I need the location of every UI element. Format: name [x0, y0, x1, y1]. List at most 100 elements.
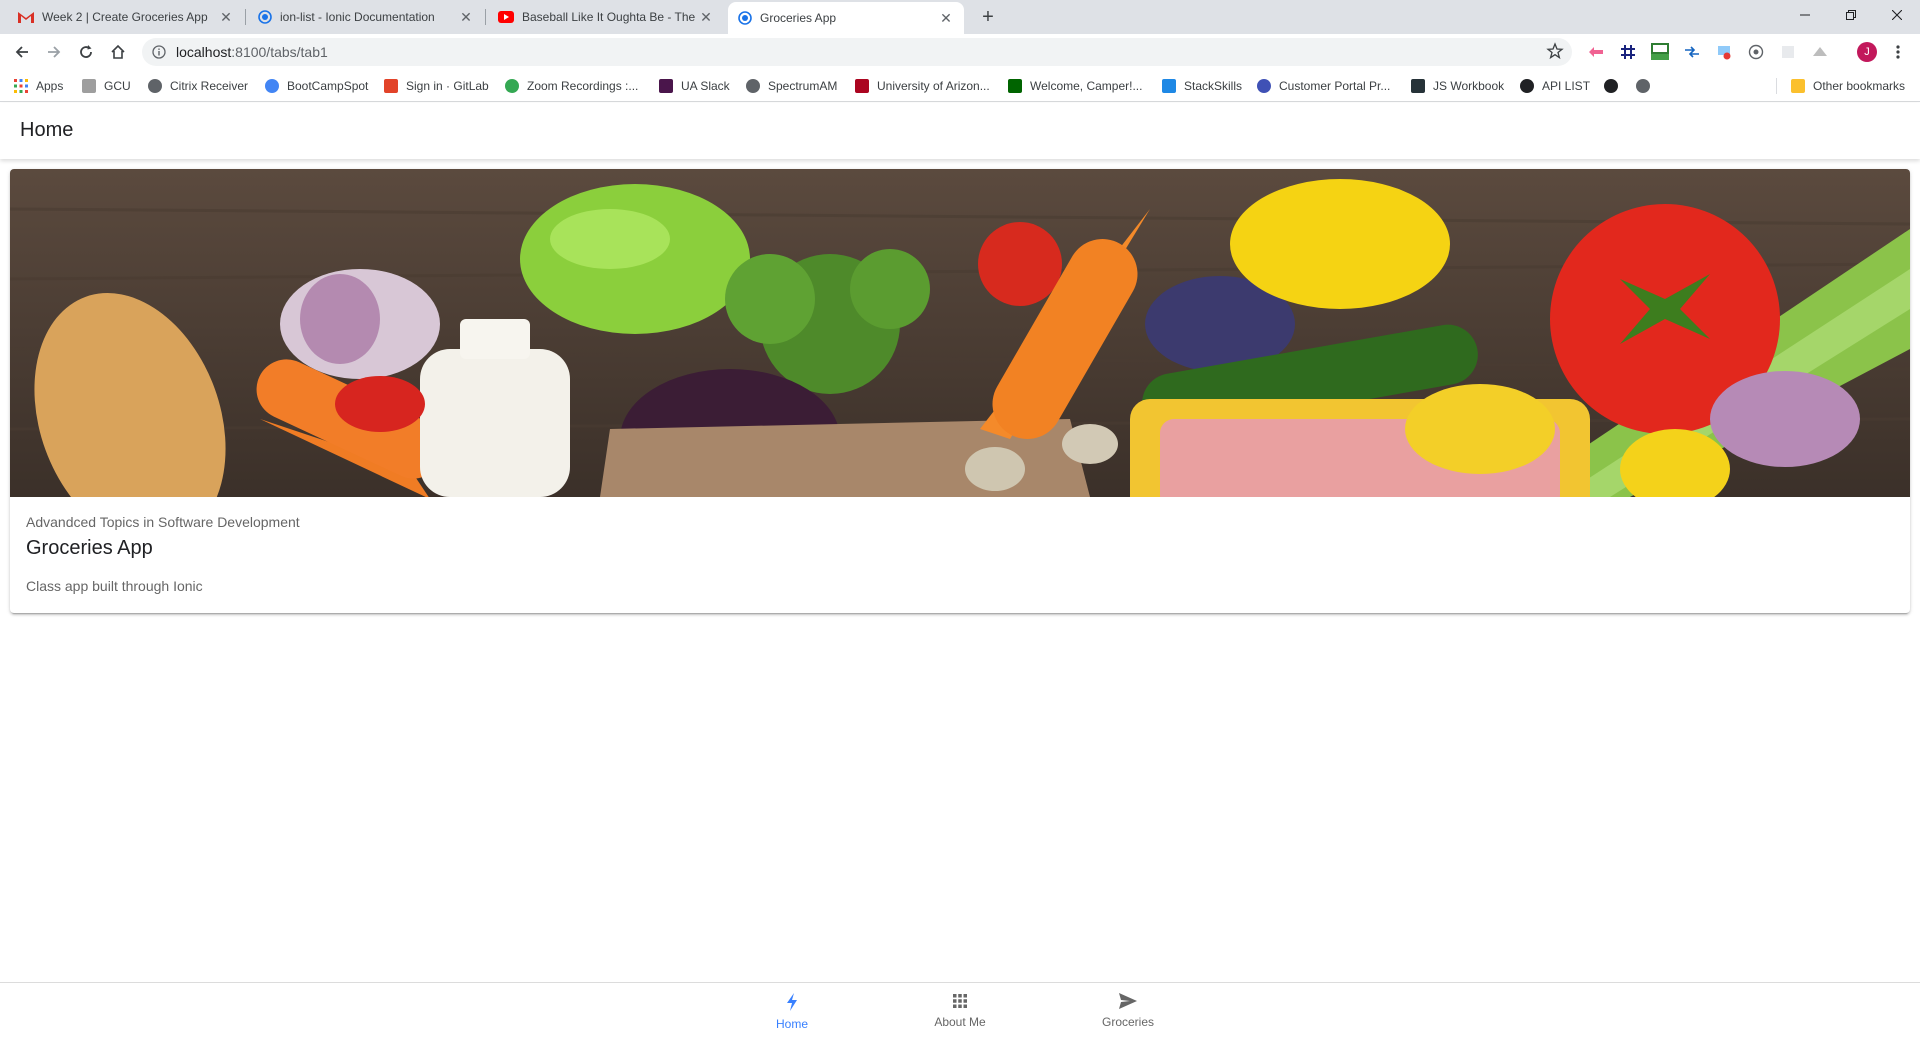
extension-arrows-icon[interactable] [1683, 43, 1701, 61]
tab-title: Groceries App [760, 11, 837, 25]
card-title: Groceries App [26, 537, 153, 559]
tab-about-me[interactable]: About Me [876, 983, 1044, 1041]
tab-groceries[interactable]: Groceries [1044, 983, 1212, 1041]
stack-icon [1162, 79, 1176, 93]
browser-tab-gmail[interactable]: Week 2 | Create Groceries App ✕ [8, 0, 244, 34]
bookmark-apps[interactable]: Apps [14, 78, 63, 94]
home-button[interactable] [106, 40, 130, 64]
gmail-icon [18, 11, 34, 23]
app-content: Advandced Topics in Software Development… [0, 159, 1920, 981]
close-icon[interactable]: ✕ [938, 10, 954, 26]
folder-icon [1791, 79, 1805, 93]
google-icon [265, 79, 279, 93]
globe-icon [746, 79, 760, 93]
arrow-left-icon [14, 44, 30, 60]
recycle-icon [505, 79, 519, 93]
bookmark-stackskills[interactable]: StackSkills [1162, 78, 1242, 94]
home-icon [110, 44, 126, 60]
card-subtitle: Advandced Topics in Software Development [26, 514, 300, 530]
chrome-menu-icon[interactable] [1889, 43, 1907, 61]
portal-icon [1257, 79, 1271, 93]
browser-tab-strip: Week 2 | Create Groceries App ✕ ion-list… [0, 0, 1920, 34]
page-icon [82, 79, 96, 93]
browser-toolbar: localhost:8100/tabs/tab1 J [0, 34, 1920, 70]
bookmark-ua-slack[interactable]: UA Slack [659, 78, 730, 94]
react-icon [1411, 79, 1425, 93]
bookmark-api-list[interactable]: API LIST [1520, 78, 1590, 94]
tab-title: ion-list - Ionic Documentation [280, 10, 435, 24]
reload-button[interactable] [74, 40, 98, 64]
chrome-page-icon [738, 11, 752, 25]
bookmark-label: Apps [36, 79, 64, 93]
back-button[interactable] [10, 40, 34, 64]
bookmark-bootcampspot[interactable]: BootCampSpot [265, 78, 368, 94]
info-icon[interactable] [152, 45, 166, 59]
bookmarks-divider [1776, 78, 1777, 94]
close-icon[interactable]: ✕ [458, 9, 474, 25]
bookmark-label: Welcome, Camper!... [1030, 79, 1143, 93]
bookmark-citrix[interactable]: Citrix Receiver [148, 78, 248, 94]
close-icon[interactable]: ✕ [698, 9, 714, 25]
browser-tab-youtube[interactable]: Baseball Like It Oughta Be - The ✕ [488, 0, 724, 34]
url-host: localhost [176, 44, 232, 60]
minimize-window-button[interactable] [1782, 0, 1828, 30]
bookmark-label: Sign in · GitLab [406, 79, 489, 93]
apps-grid-icon [14, 79, 28, 93]
github-icon [1604, 79, 1618, 93]
reload-icon [78, 44, 94, 60]
bookmark-label: JS Workbook [1433, 79, 1505, 93]
bookmark-github[interactable] [1604, 78, 1626, 94]
extension-new-icon[interactable] [1651, 43, 1669, 61]
browser-tab-groceries-app[interactable]: Groceries App ✕ [728, 2, 964, 34]
tab-title: Week 2 | Create Groceries App [42, 10, 208, 24]
bookmark-label: UA Slack [681, 79, 730, 93]
bookmark-label: StackSkills [1184, 79, 1243, 93]
apps-grid-icon [952, 993, 968, 1009]
close-icon [1892, 10, 1902, 20]
flash-icon [785, 993, 799, 1011]
forward-button[interactable] [42, 40, 66, 64]
bookmark-js-workbook[interactable]: JS Workbook [1411, 78, 1504, 94]
tab-label: Home [775, 1017, 808, 1031]
bookmark-label: Customer Portal Pr... [1279, 79, 1391, 93]
page-title: Home [20, 119, 74, 141]
close-window-button[interactable] [1874, 0, 1920, 30]
github-icon [1520, 79, 1534, 93]
extension-icon[interactable] [1747, 43, 1765, 61]
new-tab-button[interactable]: + [977, 6, 999, 28]
bookmark-label: SpectrumAM [768, 79, 838, 93]
bookmark-globe[interactable] [1636, 78, 1658, 94]
extension-icon[interactable] [1779, 43, 1797, 61]
fcc-icon [1008, 79, 1022, 93]
restore-window-button[interactable] [1828, 0, 1874, 30]
browser-tab-ionic-docs[interactable]: ion-list - Ionic Documentation ✕ [248, 0, 484, 34]
bookmark-welcome-camper[interactable]: Welcome, Camper!... [1008, 78, 1142, 94]
extension-icon[interactable] [1811, 43, 1829, 61]
chrome-page-icon [258, 10, 272, 24]
bookmark-university-of-arizona[interactable]: University of Arizon... [855, 78, 990, 94]
bookmark-gitlab[interactable]: Sign in · GitLab [384, 78, 489, 94]
bookmark-label: University of Arizon... [877, 79, 990, 93]
bookmark-other-bookmarks[interactable]: Other bookmarks [1791, 78, 1905, 94]
bookmark-zoom[interactable]: Zoom Recordings :... [505, 78, 638, 94]
tab-home[interactable]: Home [708, 983, 876, 1041]
bookmark-customer-portal[interactable]: Customer Portal Pr... [1257, 78, 1390, 94]
bookmark-spectrumam[interactable]: SpectrumAM [746, 78, 837, 94]
close-icon[interactable]: ✕ [218, 9, 234, 25]
citrix-icon [148, 79, 162, 93]
bookmark-star-icon[interactable] [1546, 42, 1564, 60]
url-path: :8100/tabs/tab1 [231, 44, 328, 60]
tab-title: Baseball Like It Oughta Be - The [522, 10, 696, 24]
slack-icon [659, 79, 673, 93]
address-bar[interactable]: localhost:8100/tabs/tab1 [142, 38, 1572, 66]
bookmark-label: BootCampSpot [287, 79, 369, 93]
extension-icon[interactable] [1715, 43, 1733, 61]
card-image [10, 169, 1910, 497]
bookmark-gcu[interactable]: GCU [82, 78, 131, 94]
minimize-icon [1800, 10, 1810, 20]
extension-icon[interactable] [1587, 43, 1605, 61]
extension-grid-icon[interactable] [1619, 43, 1637, 61]
card-content: Class app built through Ionic [26, 578, 203, 594]
profile-avatar[interactable]: J [1857, 42, 1877, 62]
bookmark-label: Zoom Recordings :... [527, 79, 639, 93]
